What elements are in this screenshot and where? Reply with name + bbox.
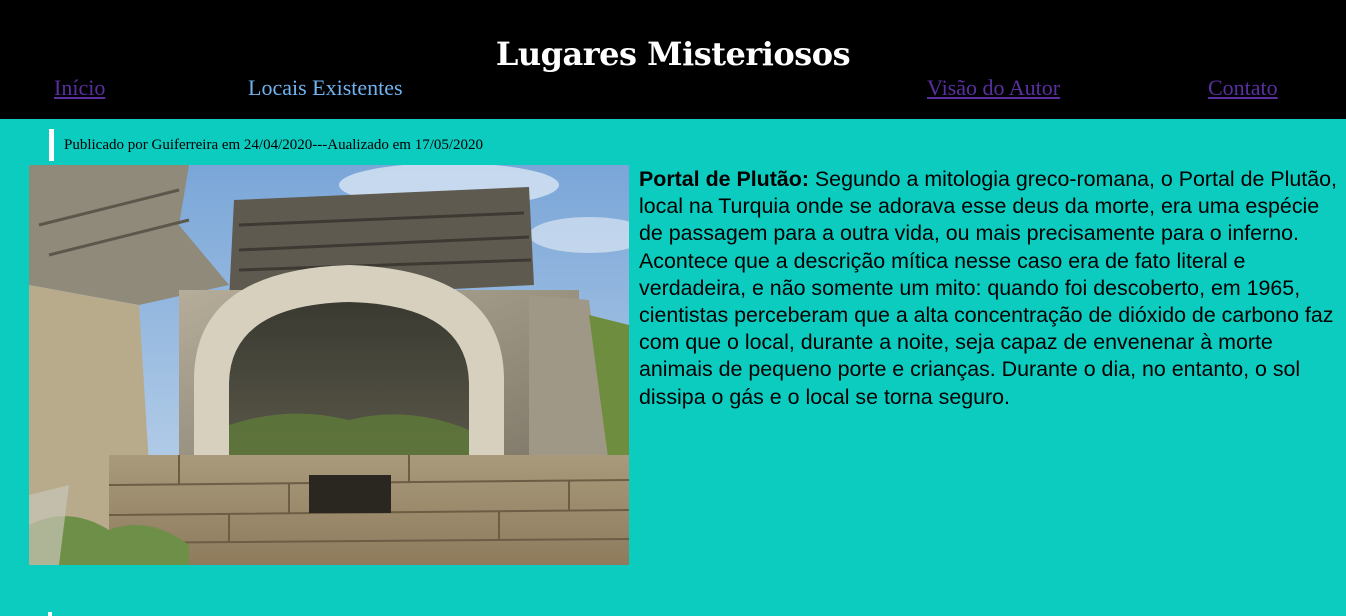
post-meta: Publicado por Guiferreira em 24/04/2020-… <box>49 129 483 161</box>
article-heading: Portal de Plutão: <box>639 167 809 191</box>
nav-link-locais-existentes[interactable]: Locais Existentes <box>248 74 403 102</box>
nav-link-contato[interactable]: Contato <box>1208 74 1278 102</box>
article-text: Portal de Plutão: Segundo a mitologia gr… <box>639 166 1344 411</box>
article-photo <box>29 165 629 565</box>
site-header: Lugares Misteriosos Início Locais Existe… <box>0 0 1346 119</box>
divider-mark <box>48 612 52 616</box>
site-title: Lugares Misteriosos <box>495 35 851 73</box>
nav-link-visao-do-autor[interactable]: Visão do Autor <box>927 74 1060 102</box>
article-body: Segundo a mitologia greco-romana, o Port… <box>639 167 1337 409</box>
nav-link-inicio[interactable]: Início <box>54 74 105 102</box>
